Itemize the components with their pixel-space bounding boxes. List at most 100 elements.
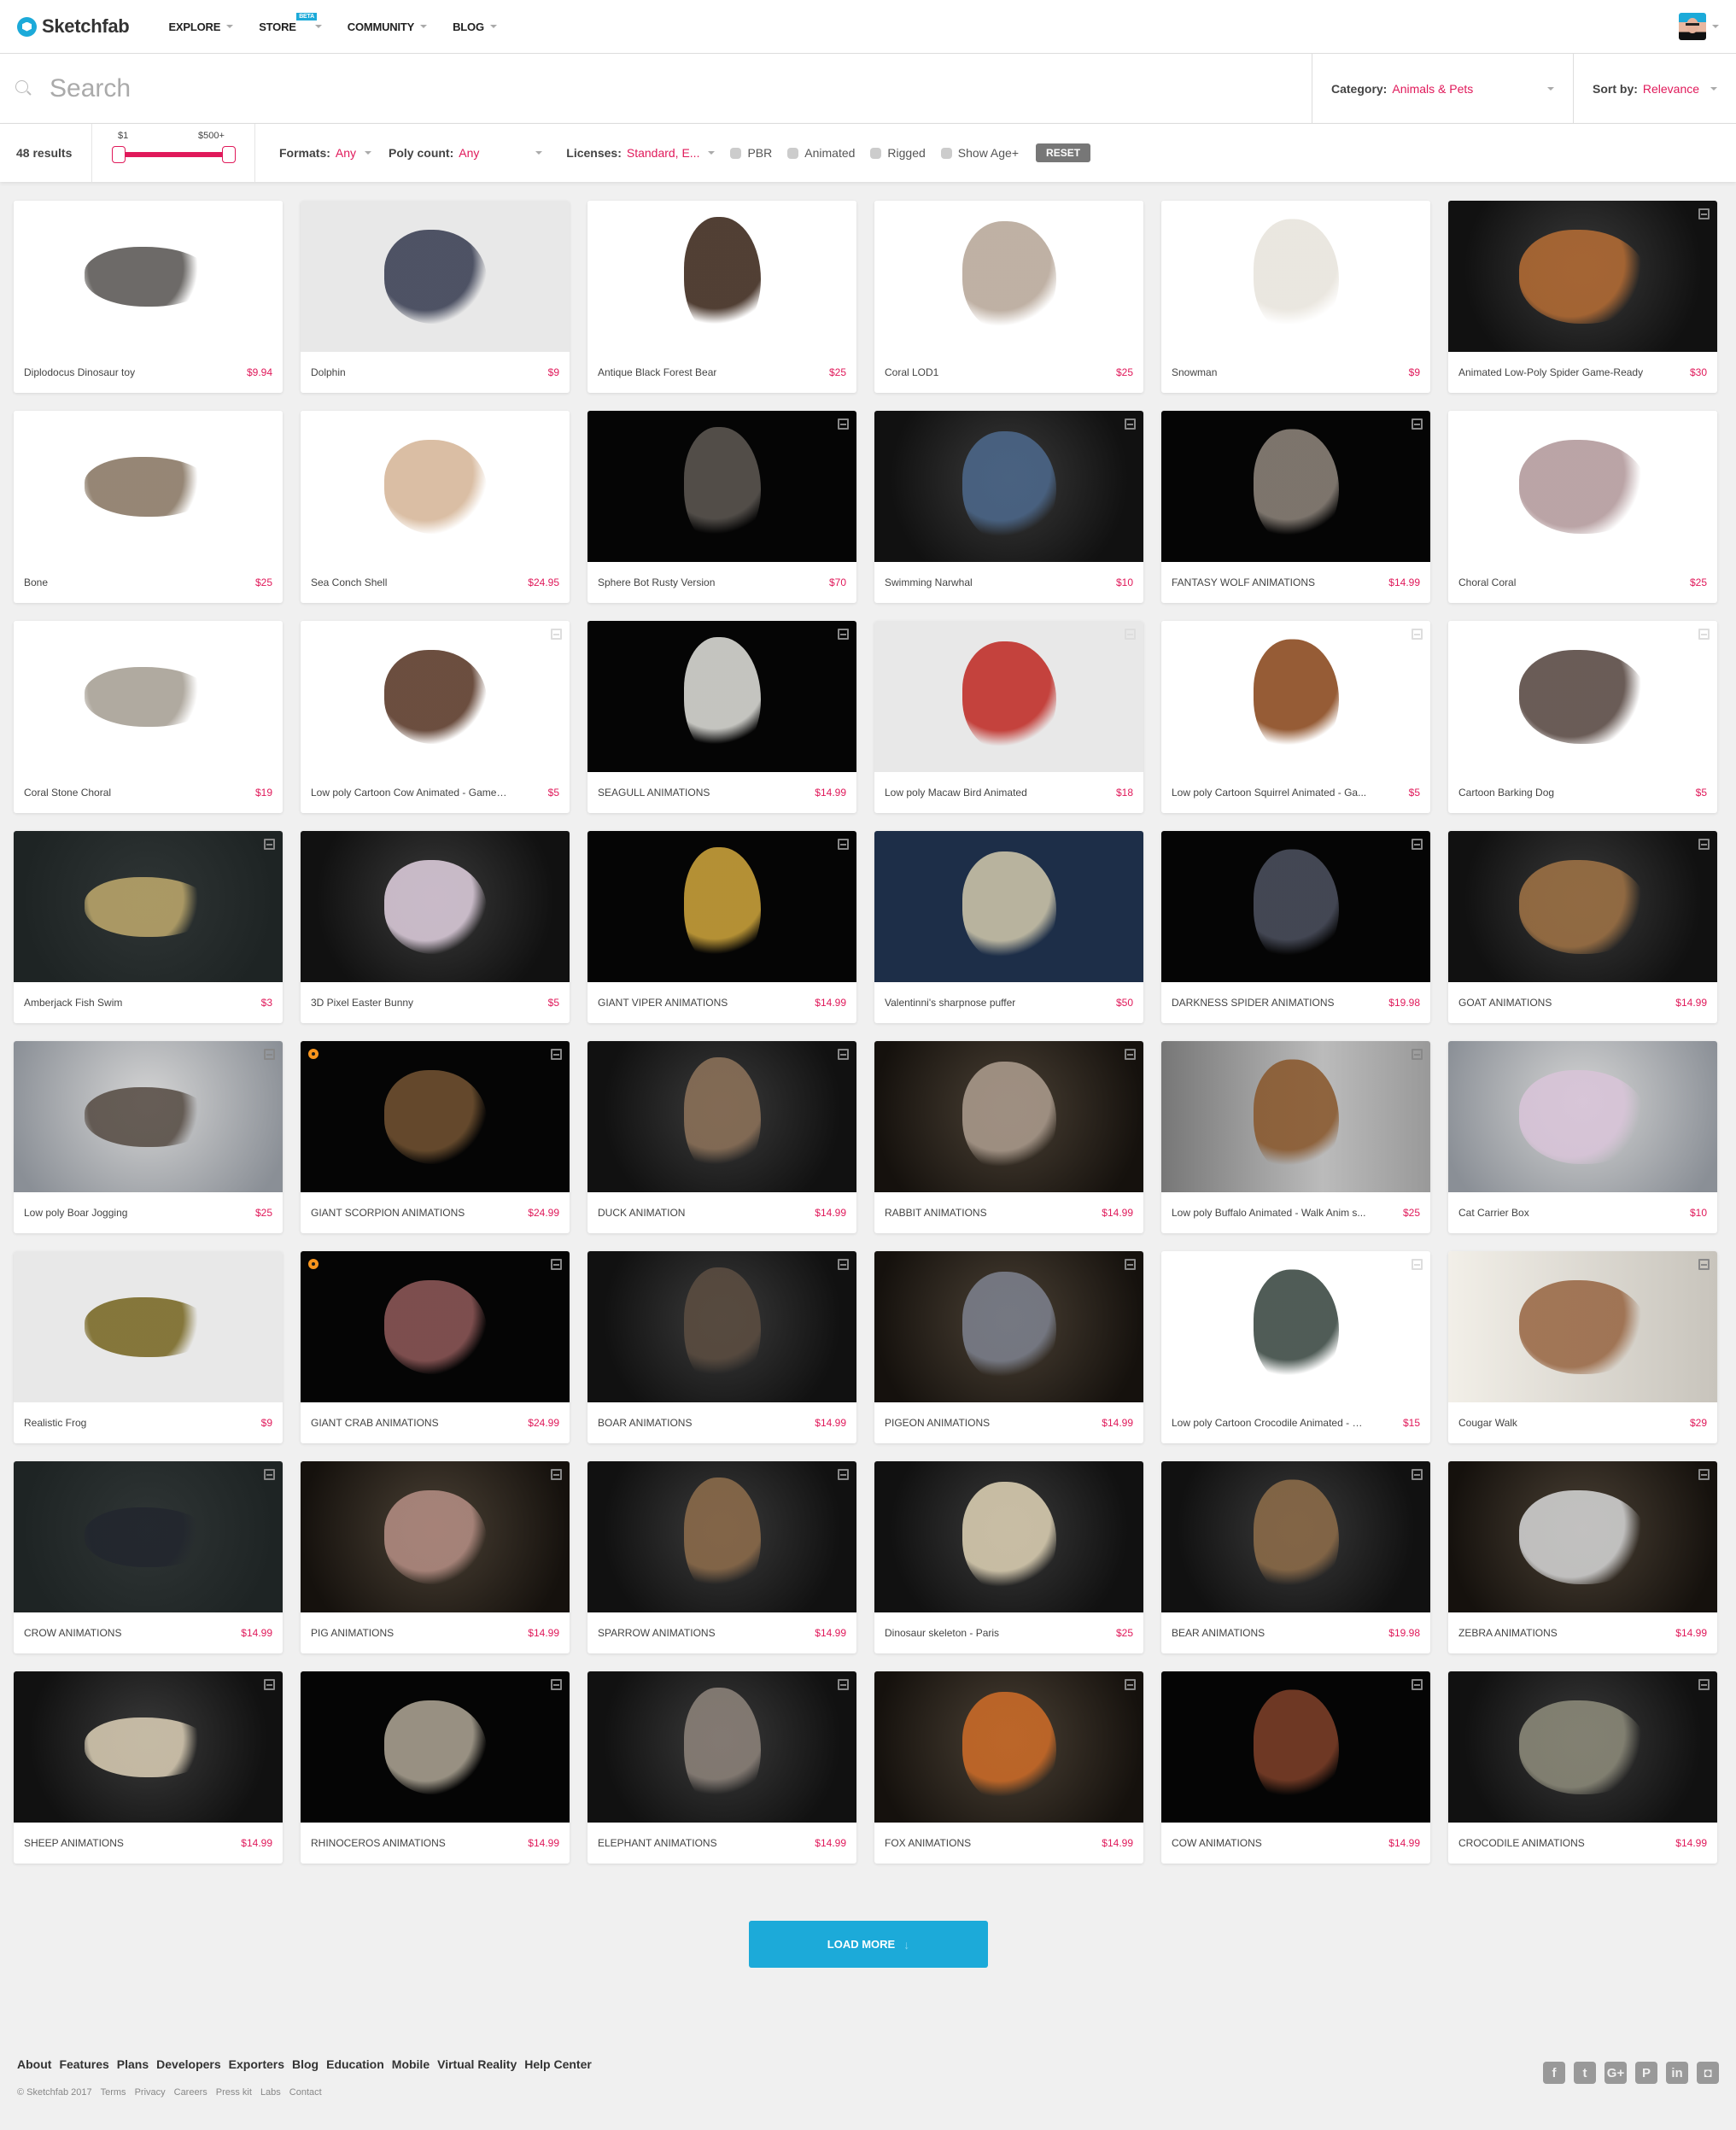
nav-explore[interactable]: EXPLORE bbox=[168, 20, 234, 33]
animated-checkbox[interactable]: Animated bbox=[787, 146, 855, 160]
model-thumbnail[interactable] bbox=[1448, 1041, 1717, 1192]
model-thumbnail[interactable] bbox=[301, 1041, 570, 1192]
model-card[interactable]: Low poly Cartoon Crocodile Animated - G.… bbox=[1161, 1251, 1430, 1443]
model-card[interactable]: 3D Pixel Easter Bunny $5 bbox=[301, 831, 570, 1023]
model-title[interactable]: FOX ANIMATIONS bbox=[885, 1837, 971, 1849]
model-card[interactable]: SEAGULL ANIMATIONS $14.99 bbox=[587, 621, 856, 813]
legal-link-contact[interactable]: Contact bbox=[289, 2087, 322, 2098]
model-thumbnail[interactable] bbox=[587, 201, 856, 352]
sort-select[interactable]: Sort by: Relevance bbox=[1573, 54, 1736, 123]
model-thumbnail[interactable] bbox=[14, 1671, 283, 1823]
model-thumbnail[interactable] bbox=[1448, 411, 1717, 562]
model-card[interactable]: Cougar Walk $29 bbox=[1448, 1251, 1717, 1443]
model-thumbnail[interactable] bbox=[587, 621, 856, 772]
model-thumbnail[interactable] bbox=[587, 1251, 856, 1402]
nav-community[interactable]: COMMUNITY bbox=[348, 20, 428, 33]
model-card[interactable]: Swimming Narwhal $10 bbox=[874, 411, 1143, 603]
model-title[interactable]: Low poly Macaw Bird Animated bbox=[885, 787, 1027, 799]
checkbox-box[interactable] bbox=[940, 147, 952, 159]
model-card[interactable]: GIANT CRAB ANIMATIONS $24.99 bbox=[301, 1251, 570, 1443]
model-title[interactable]: GIANT SCORPION ANIMATIONS bbox=[311, 1207, 465, 1219]
model-title[interactable]: Low poly Cartoon Crocodile Animated - G.… bbox=[1172, 1417, 1368, 1429]
model-title[interactable]: Cougar Walk bbox=[1458, 1417, 1517, 1429]
model-thumbnail[interactable] bbox=[14, 201, 283, 352]
model-card[interactable]: Realistic Frog $9 bbox=[14, 1251, 283, 1443]
model-thumbnail[interactable] bbox=[1161, 1671, 1430, 1823]
model-card[interactable]: FANTASY WOLF ANIMATIONS $14.99 bbox=[1161, 411, 1430, 603]
footer-link-virtual-reality[interactable]: Virtual Reality bbox=[437, 2057, 517, 2071]
footer-link-exporters[interactable]: Exporters bbox=[229, 2057, 284, 2071]
model-card[interactable]: PIGEON ANIMATIONS $14.99 bbox=[874, 1251, 1143, 1443]
category-select[interactable]: Category: Animals & Pets bbox=[1312, 54, 1573, 123]
user-menu[interactable] bbox=[1679, 13, 1719, 40]
model-title[interactable]: PIGEON ANIMATIONS bbox=[885, 1417, 990, 1429]
nav-blog[interactable]: BLOG bbox=[453, 20, 497, 33]
model-card[interactable]: Cartoon Barking Dog $5 bbox=[1448, 621, 1717, 813]
model-thumbnail[interactable] bbox=[874, 1041, 1143, 1192]
model-title[interactable]: Coral LOD1 bbox=[885, 366, 938, 378]
model-thumbnail[interactable] bbox=[1448, 1251, 1717, 1402]
load-more-button[interactable]: LOAD MORE ↓ bbox=[749, 1921, 988, 1968]
model-title[interactable]: CROCODILE ANIMATIONS bbox=[1458, 1837, 1585, 1849]
model-thumbnail[interactable] bbox=[1448, 1671, 1717, 1823]
model-title[interactable]: 3D Pixel Easter Bunny bbox=[311, 997, 413, 1009]
model-title[interactable]: RABBIT ANIMATIONS bbox=[885, 1207, 987, 1219]
model-title[interactable]: Dolphin bbox=[311, 366, 346, 378]
model-thumbnail[interactable] bbox=[301, 621, 570, 772]
model-card[interactable]: COW ANIMATIONS $14.99 bbox=[1161, 1671, 1430, 1864]
footer-link-mobile[interactable]: Mobile bbox=[392, 2057, 430, 2071]
model-title[interactable]: Antique Black Forest Bear bbox=[598, 366, 716, 378]
show-age-checkbox[interactable]: Show Age+ bbox=[940, 146, 1019, 160]
footer-link-education[interactable]: Education bbox=[326, 2057, 384, 2071]
model-thumbnail[interactable] bbox=[14, 831, 283, 982]
model-thumbnail[interactable] bbox=[874, 1671, 1143, 1823]
model-card[interactable]: DARKNESS SPIDER ANIMATIONS $19.98 bbox=[1161, 831, 1430, 1023]
model-card[interactable]: Dolphin $9 bbox=[301, 201, 570, 393]
model-card[interactable]: BOAR ANIMATIONS $14.99 bbox=[587, 1251, 856, 1443]
model-title[interactable]: BOAR ANIMATIONS bbox=[598, 1417, 692, 1429]
nav-store[interactable]: STORE BETA bbox=[259, 12, 322, 33]
model-thumbnail[interactable] bbox=[1161, 411, 1430, 562]
slider-handle-max[interactable] bbox=[222, 146, 236, 163]
model-thumbnail[interactable] bbox=[1448, 831, 1717, 982]
model-thumbnail[interactable] bbox=[1448, 621, 1717, 772]
twitter-icon[interactable]: t bbox=[1574, 2062, 1596, 2084]
model-title[interactable]: Swimming Narwhal bbox=[885, 576, 973, 588]
model-thumbnail[interactable] bbox=[874, 621, 1143, 772]
model-card[interactable]: CROCODILE ANIMATIONS $14.99 bbox=[1448, 1671, 1717, 1864]
footer-link-about[interactable]: About bbox=[17, 2057, 51, 2071]
model-title[interactable]: Valentinni's sharpnose puffer bbox=[885, 997, 1015, 1009]
model-title[interactable]: Low poly Buffalo Animated - Walk Anim s.… bbox=[1172, 1207, 1365, 1219]
footer-link-features[interactable]: Features bbox=[59, 2057, 108, 2071]
model-title[interactable]: Snowman bbox=[1172, 366, 1217, 378]
model-card[interactable]: Coral Stone Choral $19 bbox=[14, 621, 283, 813]
model-title[interactable]: Sea Conch Shell bbox=[311, 576, 387, 588]
facebook-icon[interactable]: f bbox=[1543, 2062, 1565, 2084]
footer-link-plans[interactable]: Plans bbox=[117, 2057, 149, 2071]
model-thumbnail[interactable] bbox=[874, 1251, 1143, 1402]
model-card[interactable]: Low poly Macaw Bird Animated $18 bbox=[874, 621, 1143, 813]
legal-link-labs[interactable]: Labs bbox=[260, 2087, 281, 2098]
sketchfab-logo[interactable]: Sketchfab bbox=[17, 15, 130, 38]
model-card[interactable]: BEAR ANIMATIONS $19.98 bbox=[1161, 1461, 1430, 1653]
model-title[interactable]: Dinosaur skeleton - Paris bbox=[885, 1627, 999, 1639]
model-card[interactable]: Diplodocus Dinosaur toy $9.94 bbox=[14, 201, 283, 393]
model-thumbnail[interactable] bbox=[874, 831, 1143, 982]
checkbox-box[interactable] bbox=[787, 147, 799, 159]
model-title[interactable]: Cat Carrier Box bbox=[1458, 1207, 1529, 1219]
model-thumbnail[interactable] bbox=[14, 621, 283, 772]
model-card[interactable]: Low poly Boar Jogging $25 bbox=[14, 1041, 283, 1233]
model-card[interactable]: Bone $25 bbox=[14, 411, 283, 603]
model-title[interactable]: Low poly Cartoon Cow Animated - Game ... bbox=[311, 787, 507, 799]
model-thumbnail[interactable] bbox=[301, 1251, 570, 1402]
rigged-checkbox[interactable]: Rigged bbox=[870, 146, 926, 160]
poly-count-filter[interactable]: Poly count: Any bbox=[389, 146, 543, 160]
model-thumbnail[interactable] bbox=[587, 1041, 856, 1192]
checkbox-box[interactable] bbox=[870, 147, 882, 159]
model-title[interactable]: SHEEP ANIMATIONS bbox=[24, 1837, 124, 1849]
model-card[interactable]: FOX ANIMATIONS $14.99 bbox=[874, 1671, 1143, 1864]
legal-link-press-kit[interactable]: Press kit bbox=[216, 2087, 252, 2098]
model-card[interactable]: Amberjack Fish Swim $3 bbox=[14, 831, 283, 1023]
model-thumbnail[interactable] bbox=[874, 411, 1143, 562]
model-card[interactable]: Snowman $9 bbox=[1161, 201, 1430, 393]
